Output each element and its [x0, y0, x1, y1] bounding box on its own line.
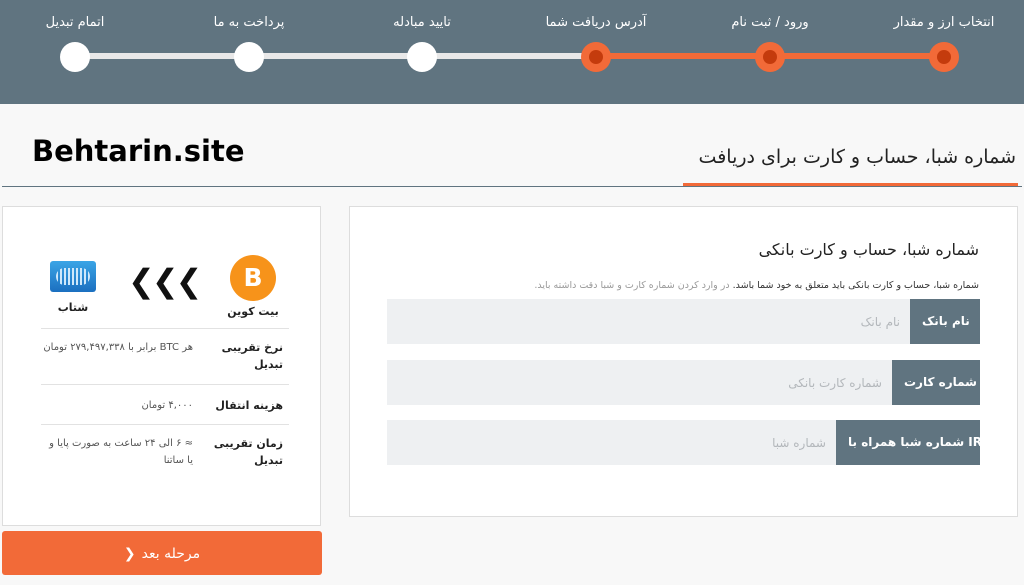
next-button-label: مرحله بعد	[141, 546, 201, 562]
form-note-text: شماره شبا، حساب و کارت بانکی باید متعلق …	[732, 280, 979, 291]
step-confirm-exchange: تایید مبادله	[332, 0, 512, 104]
info-row-rate: نرخ تقریبی تبدیل هر BTC برابر با ۲۷۹,۴۹۷…	[41, 328, 289, 385]
page-title: شماره شبا، حساب و کارت برای دریافت	[698, 146, 1016, 168]
step-dot-pending	[234, 42, 264, 72]
step-dot-pending	[60, 42, 90, 72]
chevron-left-icon: ❮	[123, 546, 136, 562]
sheba-number-label: شماره شبا همراه با IR	[836, 420, 982, 465]
bank-name-label: نام بانک	[910, 299, 980, 344]
info-value: هر BTC برابر با ۲۷۹,۴۹۷,۳۳۸ تومان	[43, 342, 193, 353]
info-label: زمان تقریبی تبدیل	[213, 437, 283, 467]
from-currency-name: بیت کوین	[227, 305, 279, 318]
exchange-summary-card: B بیت کوین ❮❮❮ شتاب نرخ تقریبی تبدیل هر …	[2, 206, 321, 526]
sheba-number-input[interactable]	[387, 420, 836, 465]
to-currency: شتاب	[33, 261, 113, 314]
info-row-time: زمان تقریبی تبدیل ≈ ۶ الی ۲۴ ساعت به صور…	[41, 424, 289, 485]
to-currency-name: شتاب	[57, 301, 89, 314]
card-number-label: شماره کارت	[892, 360, 980, 405]
section-divider	[2, 186, 1022, 187]
info-label: هزینه انتقال	[215, 399, 283, 412]
step-login: ورود / ثبت نام	[680, 0, 860, 104]
sheba-number-field: شماره شبا همراه با IR	[387, 420, 982, 465]
progress-stepper: انتخاب ارز و مقدار ورود / ثبت نام آدرس د…	[0, 0, 1024, 104]
step-complete: اتمام تبدیل	[0, 0, 165, 104]
card-number-input[interactable]	[387, 360, 892, 405]
form-title: شماره شبا، حساب و کارت بانکی	[758, 240, 979, 259]
step-label: اتمام تبدیل	[45, 15, 105, 30]
form-note-muted: در وارد کردن شماره کارت و شبا دقت داشته …	[534, 280, 730, 291]
step-dot-pending	[407, 42, 437, 72]
bank-info-form: شماره شبا، حساب و کارت بانکی شماره شبا، …	[349, 206, 1018, 517]
info-row-fee: هزینه انتقال ۴,۰۰۰ تومان	[41, 384, 289, 425]
info-value: ۴,۰۰۰ تومان	[141, 400, 193, 411]
step-label: انتخاب ارز و مقدار	[893, 15, 995, 30]
bank-card-icon	[50, 261, 96, 292]
step-dot-done	[755, 42, 785, 72]
info-label: نرخ تقریبی تبدیل	[221, 341, 283, 371]
step-label: ورود / ثبت نام	[731, 15, 809, 30]
step-select-currency: انتخاب ارز و مقدار	[854, 0, 1024, 104]
step-dot-current	[581, 42, 611, 72]
from-currency: B بیت کوین	[213, 255, 293, 318]
step-payment: پرداخت به ما	[159, 0, 339, 104]
card-number-field: شماره کارت	[387, 360, 980, 405]
step-label: پرداخت به ما	[213, 15, 285, 30]
step-label: آدرس دریافت شما	[545, 15, 647, 30]
next-step-button[interactable]: مرحله بعد ❮	[2, 531, 322, 575]
bank-name-input[interactable]	[387, 299, 910, 344]
bank-name-field: نام بانک	[387, 299, 980, 344]
step-label: تایید مبادله	[393, 15, 451, 30]
triple-chevron-left-icon: ❮❮❮	[128, 262, 202, 300]
step-dot-done	[929, 42, 959, 72]
form-note: شماره شبا، حساب و کارت بانکی باید متعلق …	[534, 280, 979, 291]
info-value: ≈ ۶ الی ۲۴ ساعت به صورت پایا و یا ساتنا	[49, 438, 193, 466]
bitcoin-icon: B	[230, 255, 276, 301]
step-receive-address: آدرس دریافت شما	[506, 0, 686, 104]
brand-logo-text: Behtarin.site	[32, 134, 245, 168]
